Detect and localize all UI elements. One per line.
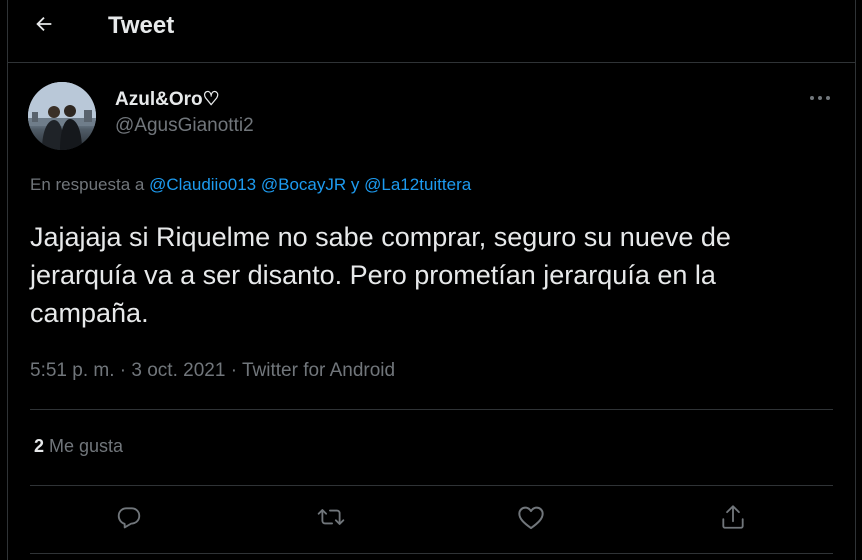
tweet-body: Jajajaja si Riquelme no sabe comprar, se… bbox=[30, 222, 731, 328]
meta-separator: · bbox=[119, 360, 127, 381]
more-options-button[interactable] bbox=[806, 86, 834, 110]
likes-label: Me gusta bbox=[49, 436, 124, 456]
tweet-source[interactable]: Twitter for Android bbox=[242, 360, 395, 381]
meta-separator: · bbox=[230, 360, 238, 381]
tweet-metadata: 5:51 p. m. · 3 oct. 2021 · Twitter for A… bbox=[30, 360, 395, 382]
share-button[interactable] bbox=[716, 500, 750, 534]
reply-button[interactable] bbox=[112, 500, 146, 534]
top-bar: Tweet bbox=[8, 0, 855, 63]
divider bbox=[30, 485, 833, 486]
like-button[interactable] bbox=[514, 500, 548, 534]
more-dots-icon bbox=[810, 96, 830, 100]
tweet-detail-panel: Tweet Azul&Oro♡ @AgusGianotti2 En respue… bbox=[7, 0, 856, 560]
reply-icon bbox=[117, 507, 141, 529]
tweet-time[interactable]: 5:51 p. m. bbox=[30, 360, 115, 381]
reply-context: En respuesta a @Claudiio013 @BocayJR y @… bbox=[30, 175, 471, 195]
username-handle[interactable]: @AgusGianotti2 bbox=[115, 115, 254, 137]
share-icon bbox=[722, 505, 744, 529]
retweet-button[interactable] bbox=[314, 500, 348, 534]
back-button[interactable] bbox=[30, 10, 58, 38]
likes-count: 2 bbox=[34, 436, 45, 456]
likes-stat[interactable]: 2 Me gusta bbox=[34, 436, 123, 457]
avatar-photo bbox=[28, 82, 96, 150]
divider bbox=[30, 553, 833, 554]
mention-conjunction: y bbox=[350, 175, 360, 194]
page-title: Tweet bbox=[108, 12, 175, 39]
arrow-left-icon bbox=[36, 16, 52, 32]
display-name[interactable]: Azul&Oro♡ bbox=[115, 88, 220, 111]
mention-link[interactable]: @Claudiio013 bbox=[149, 175, 256, 194]
heart-icon bbox=[518, 506, 544, 530]
divider bbox=[30, 409, 833, 410]
mention-link[interactable]: @La12tuittera bbox=[364, 175, 471, 194]
tweet-date[interactable]: 3 oct. 2021 bbox=[131, 360, 225, 381]
mention-link[interactable]: @BocayJR bbox=[261, 175, 346, 194]
retweet-icon bbox=[317, 509, 345, 525]
avatar[interactable] bbox=[28, 82, 96, 150]
reply-prefix: En respuesta a bbox=[30, 175, 145, 194]
